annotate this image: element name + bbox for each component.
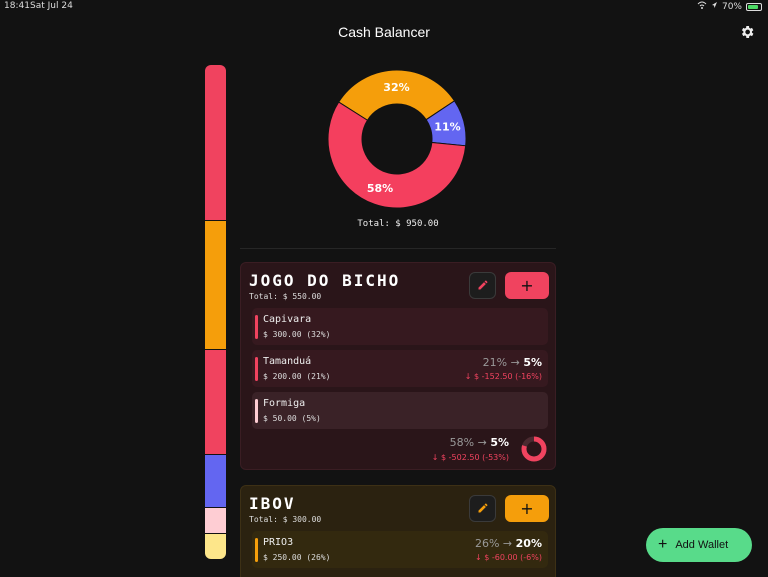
donut-slice-label: 11% [434, 120, 460, 133]
asset-delta: ↓ $ -152.50 (-16%) [464, 372, 542, 381]
wallet-card-jogo-do-bicho: JOGO DO BICHO Total: $ 550.00 + Capivara… [240, 262, 556, 470]
allocation-bar [205, 65, 226, 559]
donut-slice-label: 58% [367, 182, 393, 195]
allocation-bar-segment [205, 349, 226, 455]
pencil-icon [477, 276, 489, 295]
wallet-rebalance-summary: 58% → 5% ↓ $ -502.50 (-53%) [432, 436, 509, 462]
asset-delta: ↓ $ -60.00 (-6%) [474, 553, 542, 562]
add-asset-button[interactable]: + [505, 272, 549, 299]
allocation-bar-segment [205, 506, 226, 534]
asset-value: $ 300.00 (32%) [263, 330, 331, 339]
wallet-total: Total: $ 550.00 [249, 292, 322, 301]
edit-wallet-button[interactable] [469, 272, 496, 299]
settings-gear-icon[interactable] [739, 24, 755, 40]
current-percent: 21% [482, 356, 508, 369]
battery-percent: 70% [721, 1, 742, 12]
wallet-rebalance-percent: 58% → 5% [449, 436, 509, 449]
wallet-card-ibov: IBOV Total: $ 300.00 + PRIO3 $ 250.00 (2… [240, 485, 556, 577]
location-icon [711, 1, 718, 12]
allocation-donut-chart: 32% 11% 58% [328, 70, 466, 208]
delta-value: $ -60.00 (-6%) [484, 553, 542, 562]
asset-name: PRIO3 [263, 537, 294, 548]
status-bar: 18:41 Sat Jul 24 70% [0, 0, 768, 14]
current-percent: 58% [449, 436, 475, 449]
current-percent: 26% [474, 537, 500, 550]
donut-slice-label: 32% [383, 81, 409, 94]
asset-color-bar [255, 538, 258, 562]
wallet-delta: ↓ $ -502.50 (-53%) [431, 453, 509, 462]
wifi-icon [697, 1, 707, 12]
target-percent: 5% [523, 356, 542, 369]
asset-name: Tamanduá [263, 356, 312, 367]
plus-icon: + [658, 536, 668, 553]
asset-value: $ 250.00 (26%) [263, 553, 331, 562]
pencil-icon [477, 499, 489, 518]
asset-name: Formiga [263, 398, 306, 409]
wallet-total: Total: $ 300.00 [249, 515, 322, 524]
add-wallet-label: Add Wallet [675, 539, 729, 551]
portfolio-total: Total: $ 950.00 [357, 219, 439, 229]
asset-row-tamandua[interactable]: Tamanduá $ 200.00 (21%) 21% → 5% ↓ $ -15… [252, 350, 548, 387]
target-percent: 20% [515, 537, 542, 550]
delta-value: $ -152.50 (-16%) [474, 372, 542, 381]
allocation-bar-segment [205, 65, 226, 220]
allocation-bar-segment [205, 454, 226, 507]
edit-wallet-button[interactable] [469, 495, 496, 522]
add-wallet-button[interactable]: + Add Wallet [646, 528, 752, 562]
asset-rebalance-percent: 26% → 20% [474, 537, 542, 550]
asset-value: $ 50.00 (5%) [263, 414, 321, 423]
allocation-bar-segment [205, 219, 226, 350]
asset-color-bar [255, 399, 258, 423]
asset-row-formiga[interactable]: Formiga $ 50.00 (5%) [252, 392, 548, 429]
delta-value: $ -502.50 (-53%) [441, 453, 509, 462]
status-date: Sat Jul 24 [30, 1, 73, 11]
divider [240, 248, 556, 249]
add-asset-button[interactable]: + [505, 495, 549, 522]
allocation-bar-segment [205, 533, 226, 559]
asset-color-bar [255, 357, 258, 381]
wallet-progress-ring [521, 436, 547, 462]
wallet-name: IBOV [249, 494, 296, 513]
wallet-name: JOGO DO BICHO [249, 271, 401, 290]
asset-row-prio3[interactable]: PRIO3 $ 250.00 (26%) 26% → 20% ↓ $ -60.0… [252, 531, 548, 568]
status-time: 18:41 [4, 1, 30, 11]
asset-value: $ 200.00 (21%) [263, 372, 331, 381]
asset-rebalance-percent: 21% → 5% [482, 356, 542, 369]
status-right: 70% [697, 1, 762, 12]
battery-icon [746, 2, 762, 11]
target-percent: 5% [490, 436, 509, 449]
asset-row-capivara[interactable]: Capivara $ 300.00 (32%) [252, 308, 548, 345]
page-title: Cash Balancer [338, 24, 430, 40]
asset-color-bar [255, 315, 258, 339]
asset-name: Capivara [263, 314, 312, 325]
